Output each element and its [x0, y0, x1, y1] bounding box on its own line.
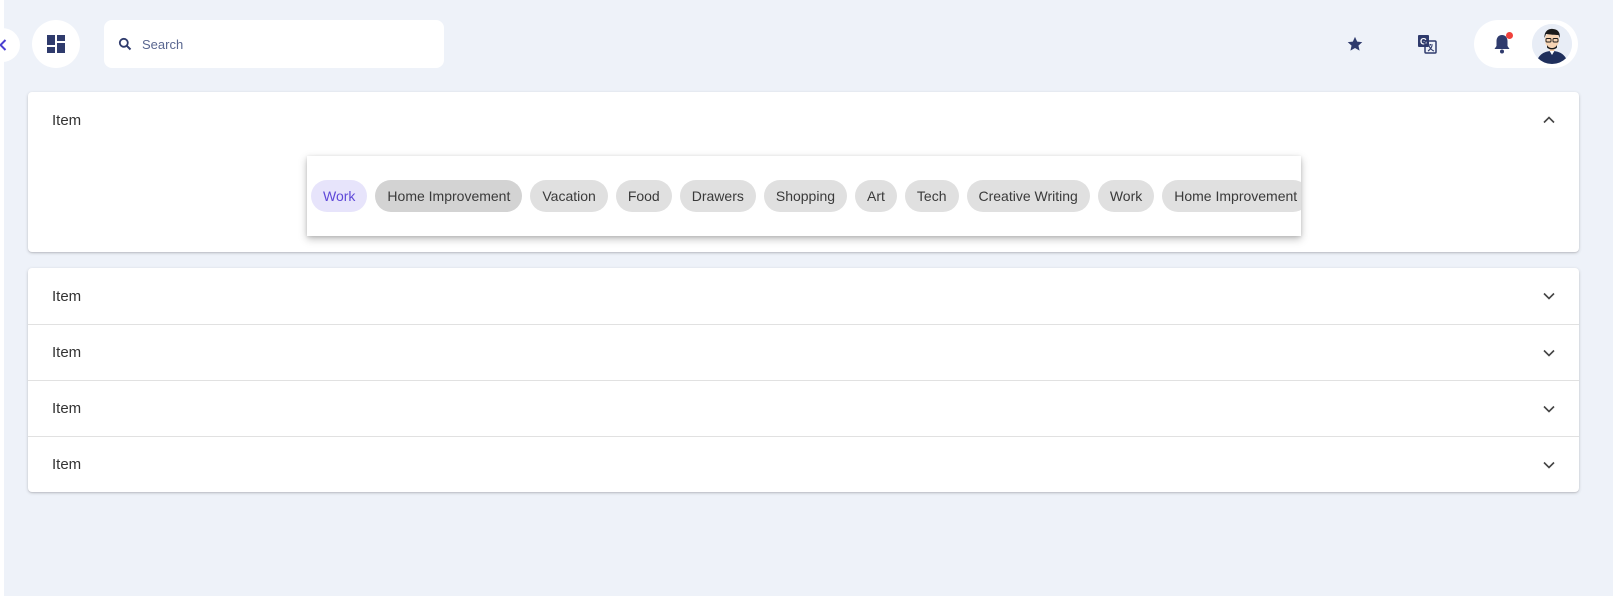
chip[interactable]: Drawers — [679, 180, 756, 212]
chip[interactable]: Vacation — [530, 180, 608, 212]
chip-row: Work Home Improvement Vacation Food Drawers S… — [311, 180, 1301, 212]
star-icon — [1347, 36, 1363, 51]
chip[interactable]: Home Improvement — [1162, 180, 1301, 212]
search-icon — [118, 37, 132, 51]
accordion-item-label: Item — [52, 456, 82, 473]
accordion-item-label: Item — [52, 287, 82, 305]
accordion-item[interactable]: Item — [28, 268, 1579, 324]
chip[interactable]: Food — [615, 180, 672, 212]
accordion-group: Item Item Item Item — [28, 268, 1579, 492]
accordion-item-label: Item — [52, 344, 82, 361]
notification-badge — [1506, 32, 1513, 39]
chevron-down-icon — [1543, 405, 1555, 413]
notifications-button[interactable] — [1490, 32, 1514, 56]
favorites-button[interactable] — [1339, 28, 1371, 60]
search-bar[interactable] — [104, 20, 444, 68]
chevron-up-icon — [1543, 116, 1555, 124]
search-input[interactable] — [142, 36, 422, 52]
translate-button[interactable]: G — [1411, 28, 1443, 60]
chip[interactable]: Creative Writing — [966, 180, 1090, 212]
chevron-down-icon — [1543, 292, 1555, 300]
accordion-item-label: Item — [52, 400, 82, 417]
accordion-item[interactable]: Item — [28, 324, 1579, 380]
user-menu[interactable] — [1474, 20, 1578, 68]
dashboard-button[interactable] — [32, 20, 80, 68]
chip[interactable]: Art — [855, 180, 897, 212]
accordion-item[interactable]: Item — [28, 436, 1579, 492]
avatar[interactable] — [1532, 24, 1572, 64]
chevron-left-icon — [0, 39, 7, 51]
chevron-down-icon — [1543, 349, 1555, 357]
translate-icon: G — [1418, 35, 1437, 54]
chip[interactable]: Tech — [904, 180, 959, 212]
left-sidebar-edge — [0, 0, 4, 596]
accordion-header[interactable]: Item — [28, 92, 1579, 148]
accordion-item-label: Item — [52, 111, 82, 129]
chevron-down-icon — [1543, 461, 1555, 469]
accordion-item[interactable]: Item — [28, 380, 1579, 436]
chip-list-panel[interactable]: Work Home Improvement Vacation Food Drawers S… — [307, 156, 1301, 236]
chip[interactable]: Home Improvement — [375, 180, 523, 212]
collapse-sidebar-button[interactable] — [0, 28, 20, 62]
dashboard-icon — [47, 35, 65, 53]
user-avatar-icon — [1532, 24, 1572, 64]
chip[interactable]: Work — [311, 180, 368, 212]
chip[interactable]: Work — [1097, 180, 1155, 212]
chip[interactable]: Shopping — [763, 180, 848, 212]
